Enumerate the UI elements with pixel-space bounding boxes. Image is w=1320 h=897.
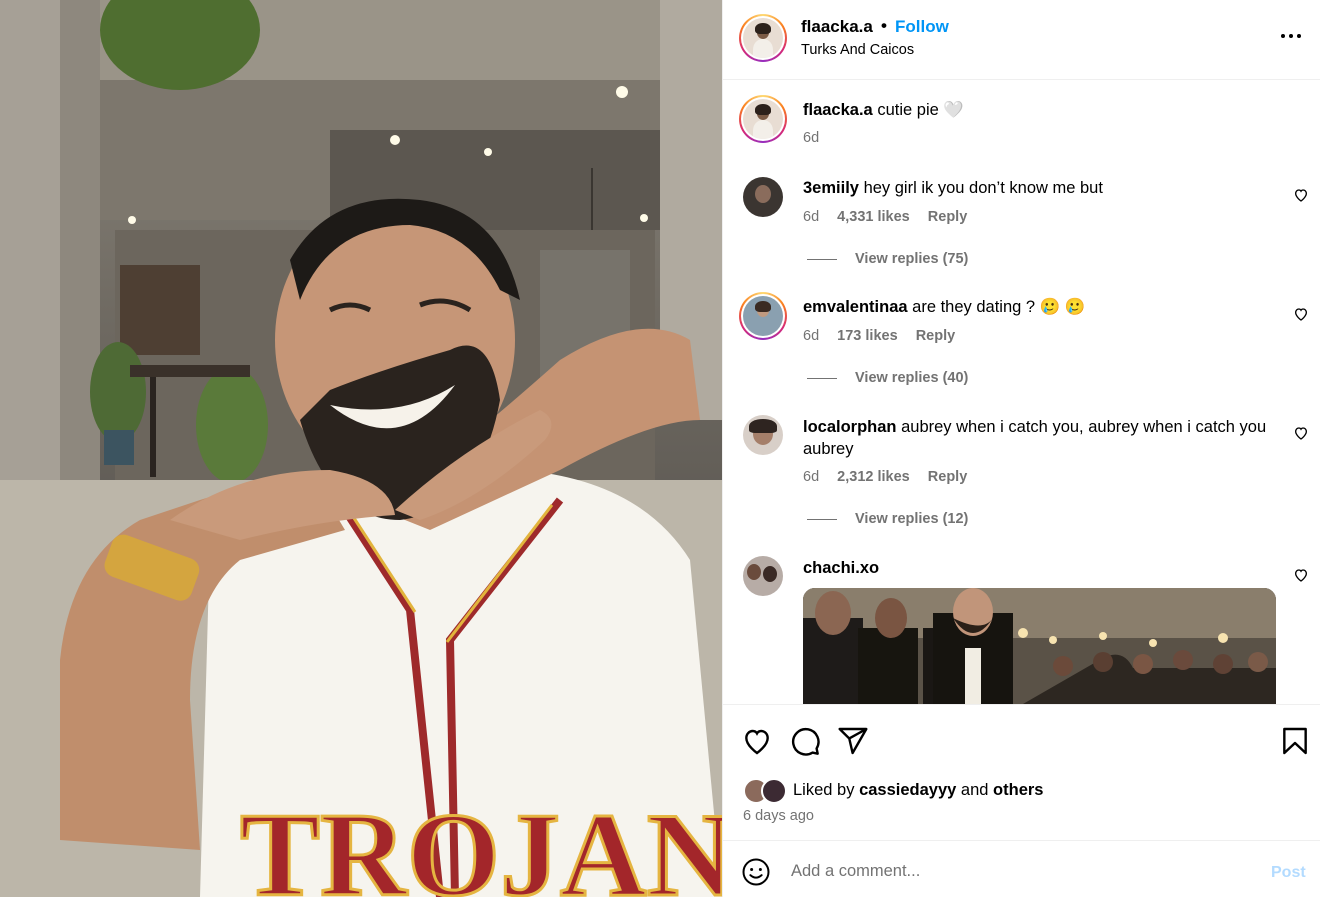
post-comment-button[interactable]: Post xyxy=(1271,864,1306,882)
post-details-panel: flaacka.a • Follow Turks And Caicos flaa… xyxy=(722,0,1320,897)
author-avatar[interactable] xyxy=(739,14,787,62)
emoji-icon[interactable] xyxy=(741,857,771,887)
liked-by-others[interactable]: others xyxy=(993,781,1043,799)
liked-by-user[interactable]: cassiedayyy xyxy=(859,781,956,799)
view-replies-button[interactable]: View replies (12) xyxy=(807,511,968,527)
comment-body: hey girl ik you don’t know me but xyxy=(863,179,1103,197)
caption-time[interactable]: 6d xyxy=(803,130,819,146)
separator-dot: • xyxy=(881,16,887,35)
post-timestamp[interactable]: 6 days ago xyxy=(743,808,814,824)
heart-icon[interactable] xyxy=(741,725,773,757)
comment-username[interactable]: localorphan xyxy=(803,418,897,436)
caption-text: flaacka.a cutie pie 🤍 xyxy=(803,99,1273,121)
comment-avatar[interactable] xyxy=(743,177,783,217)
comment-likes[interactable]: 173 likes xyxy=(837,328,897,344)
view-replies-button[interactable]: View replies (40) xyxy=(807,370,968,386)
comment-text: localorphan aubrey when i catch you, aub… xyxy=(803,416,1273,460)
comment-heart-icon[interactable] xyxy=(1293,425,1309,441)
post-location[interactable]: Turks And Caicos xyxy=(801,42,914,58)
comment-meta: 6d 4,331 likes Reply xyxy=(803,209,981,225)
comment-username[interactable]: chachi.xo xyxy=(803,559,879,577)
comments-list[interactable]: flaacka.a cutie pie 🤍 6d 3emiily hey gir… xyxy=(723,81,1320,704)
comment-time[interactable]: 6d xyxy=(803,469,819,485)
jersey-lettering: TROJANS xyxy=(240,788,722,897)
caption-meta: 6d xyxy=(803,130,833,146)
replies-divider-line xyxy=(807,258,837,260)
reply-button[interactable]: Reply xyxy=(928,209,968,225)
comment-avatar[interactable] xyxy=(743,415,783,455)
caption-body: cutie pie 🤍 xyxy=(877,101,964,119)
replies-divider-line xyxy=(807,377,837,379)
view-replies-label: View replies (12) xyxy=(855,511,969,527)
more-horizontal-icon[interactable] xyxy=(1279,24,1303,48)
post-header: flaacka.a • Follow Turks And Caicos xyxy=(723,0,1320,80)
comment-text: emvalentinaa are they dating ? 🥲 🥲 xyxy=(803,296,1273,318)
comment-heart-icon[interactable] xyxy=(1293,187,1309,203)
liked-by-text: Liked by cassiedayyy and others xyxy=(793,781,1043,800)
comment-meta: 6d 2,312 likes Reply xyxy=(803,469,981,485)
liker-avatar xyxy=(761,778,787,804)
comment-text: 3emiily hey girl ik you don’t know me bu… xyxy=(803,177,1273,199)
comment-text: chachi.xo xyxy=(803,557,1273,579)
post-photo[interactable]: TROJANS xyxy=(0,0,722,897)
author-username[interactable]: flaacka.a xyxy=(801,17,873,37)
comment-gif-image[interactable] xyxy=(803,588,1276,704)
photo-illustration: TROJANS xyxy=(0,0,722,897)
comment-input[interactable] xyxy=(791,853,1251,889)
caption-avatar[interactable] xyxy=(739,95,787,143)
send-icon[interactable] xyxy=(837,725,869,757)
liked-by-prefix: Liked by xyxy=(793,781,855,799)
reply-button[interactable]: Reply xyxy=(916,328,956,344)
replies-divider-line xyxy=(807,518,837,520)
comment-body: are they dating ? 🥲 🥲 xyxy=(912,298,1086,316)
comment-time[interactable]: 6d xyxy=(803,209,819,225)
comment-username[interactable]: 3emiily xyxy=(803,179,859,197)
reply-button[interactable]: Reply xyxy=(928,469,968,485)
comment-time[interactable]: 6d xyxy=(803,328,819,344)
post-actions: Liked by cassiedayyy and others 6 days a… xyxy=(723,704,1320,840)
comment-meta: 6d 173 likes Reply xyxy=(803,328,969,344)
view-replies-button[interactable]: View replies (75) xyxy=(807,251,968,267)
comment-username[interactable]: emvalentinaa xyxy=(803,298,908,316)
liked-by-and: and xyxy=(960,781,989,799)
add-comment-bar: Post xyxy=(723,840,1320,897)
liked-by-avatars[interactable] xyxy=(743,778,789,804)
comment-icon[interactable] xyxy=(789,725,821,757)
comment-avatar[interactable] xyxy=(743,556,783,596)
bookmark-icon[interactable] xyxy=(1279,725,1311,757)
comment-likes[interactable]: 2,312 likes xyxy=(837,469,910,485)
comment-avatar[interactable] xyxy=(739,292,787,340)
gif-illustration xyxy=(803,588,1276,704)
comment-likes[interactable]: 4,331 likes xyxy=(837,209,910,225)
comment-heart-icon[interactable] xyxy=(1293,567,1309,583)
view-replies-label: View replies (40) xyxy=(855,370,969,386)
follow-button[interactable]: Follow xyxy=(895,17,949,37)
comment-heart-icon[interactable] xyxy=(1293,306,1309,322)
view-replies-label: View replies (75) xyxy=(855,251,969,267)
caption-username[interactable]: flaacka.a xyxy=(803,101,873,119)
